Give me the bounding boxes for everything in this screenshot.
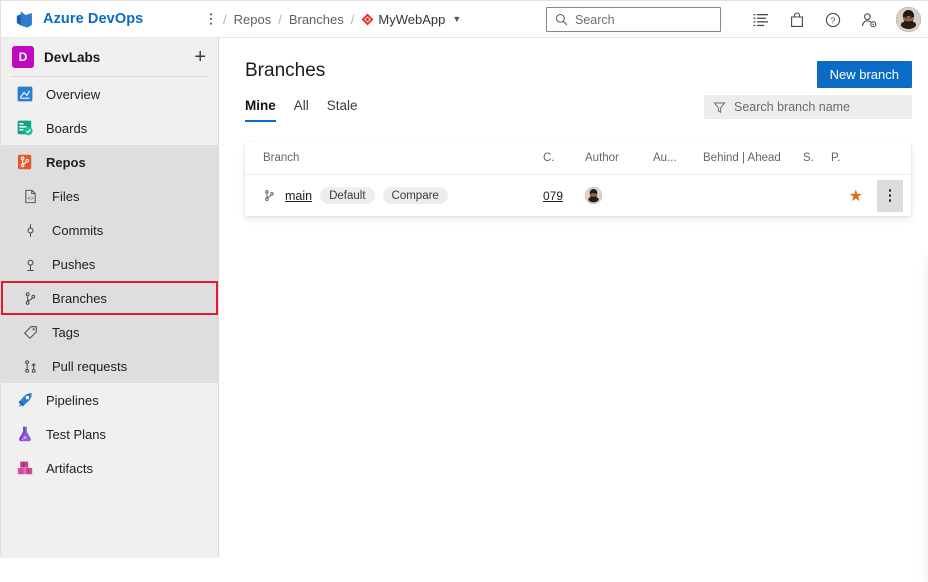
column-header-branch[interactable]: Branch [245,152,543,164]
sidebar-item-label: Test Plans [46,426,106,442]
badge-default: Default [320,187,375,204]
tab-mine[interactable]: Mine [245,98,276,122]
breadcrumb-separator-2: / [278,11,282,27]
sidebar-item-label: Tags [52,324,80,340]
sidebar-item-label: Artifacts [46,460,93,476]
repo-selector[interactable]: MyWebApp ▼ [361,12,461,27]
sidebar-item-label: Pipelines [46,392,99,408]
column-header-author[interactable]: Author [585,152,653,164]
help-icon[interactable]: ? [824,11,842,29]
search-branch-input[interactable]: Search branch name [704,95,912,119]
sidebar-item-test-plans[interactable]: Test Plans [1,417,218,451]
breadcrumb-more-vertical-icon[interactable] [206,12,216,26]
branch-icon [263,189,277,203]
global-search-box[interactable]: Search [546,7,721,32]
sidebar-item-commits[interactable]: Commits [1,213,218,247]
main-content: Branches New branch Mine All Stale Searc… [219,38,928,558]
author-cell [585,187,653,204]
star-filled-icon[interactable]: ★ [849,186,863,206]
sidebar-item-files[interactable]: <> Files [1,179,218,213]
sidebar-item-label: Pushes [52,256,96,272]
azure-devops-logo-icon [15,10,34,29]
svg-text:?: ? [831,15,836,25]
sidebar-item-branches[interactable]: Branches [1,281,218,315]
artifacts-icon [15,459,34,478]
sidebar-item-pushes[interactable]: Pushes [1,247,218,281]
sidebar-item-artifacts[interactable]: Artifacts [1,451,218,485]
sidebar-item-label: Boards [46,120,88,136]
chevron-down-icon: ▼ [452,14,462,24]
search-icon [555,13,568,26]
pipelines-icon [15,391,34,410]
repo-name: MyWebApp [378,11,446,27]
top-navigation-bar: Azure DevOps / Repos / Branches / MyWebA… [1,1,928,38]
page-title: Branches [245,60,326,81]
project-avatar: D [12,46,34,68]
breadcrumb-repos[interactable]: Repos [234,12,272,27]
sidebar-item-overview[interactable]: Overview [1,77,218,111]
brand-title: Azure DevOps [43,11,144,27]
user-avatar[interactable] [896,7,921,32]
column-header-pr[interactable]: P. [831,152,859,164]
global-search-placeholder: Search [575,12,615,27]
author-avatar [585,187,602,204]
overview-icon [15,85,34,104]
column-header-behind-ahead[interactable]: Behind | Ahead [703,152,803,164]
row-more-options-button[interactable] [877,179,903,212]
search-branch-placeholder: Search branch name [734,100,851,114]
branches-icon [21,289,40,308]
tab-stale[interactable]: Stale [327,98,358,122]
sidebar-item-label: Branches [52,290,107,306]
test-plans-icon [15,425,34,444]
more-vertical-icon [888,189,892,202]
new-branch-button[interactable]: New branch [816,61,912,88]
repos-icon [15,153,34,172]
git-repository-icon [361,13,374,26]
breadcrumb-separator-1: / [223,11,227,27]
tab-all[interactable]: All [294,98,309,122]
sidebar-item-label: Pull requests [52,358,128,374]
sidebar-item-label: Commits [52,222,104,238]
project-name: DevLabs [44,49,101,65]
files-icon: <> [21,187,40,206]
branch-name-link[interactable]: main [285,189,312,203]
work-items-list-icon[interactable] [752,11,770,29]
sidebar-item-pull-requests[interactable]: Pull requests [1,349,218,383]
brand-area[interactable]: Azure DevOps [1,10,206,29]
sidebar-item-repos[interactable]: Repos [1,145,218,179]
badge-compare: Compare [382,187,448,204]
project-sidebar: D DevLabs + Overview Boards Repos <> Fil… [1,38,219,558]
sidebar-item-label: Repos [46,154,86,170]
sidebar-item-tags[interactable]: Tags [1,315,218,349]
commits-icon [21,221,40,240]
breadcrumb: / Repos / Branches / MyWebApp ▼ [206,12,461,27]
pushes-icon [21,255,40,274]
branch-filter-tabs: Mine All Stale [245,98,358,122]
funnel-filter-icon [713,101,726,114]
project-header[interactable]: D DevLabs + [1,38,218,76]
azure-devops-window: Azure DevOps / Repos / Branches / MyWebA… [0,0,928,558]
pull-requests-icon [21,357,40,376]
add-new-item-icon[interactable]: + [194,47,206,67]
table-row[interactable]: main Default Compare 079 ★ [245,175,911,216]
sidebar-item-boards[interactable]: Boards [1,111,218,145]
svg-text:<>: <> [27,195,33,201]
marketplace-bag-icon[interactable] [788,11,806,29]
column-header-commit[interactable]: C. [543,152,585,164]
commit-link[interactable]: 079 [543,189,585,203]
column-header-status[interactable]: S. [803,152,831,164]
branch-cell: main Default Compare [245,187,543,204]
boards-icon [15,119,34,138]
tags-icon [21,323,40,342]
top-bar-icons: ? [752,1,921,38]
branches-table: Branch C. Author Au... Behind | Ahead S.… [245,142,911,216]
sidebar-item-label: Files [52,188,80,204]
breadcrumb-branches[interactable]: Branches [289,12,344,27]
sidebar-item-label: Overview [46,86,101,102]
column-header-authored[interactable]: Au... [653,152,703,164]
sidebar-item-pipelines[interactable]: Pipelines [1,383,218,417]
breadcrumb-separator-3: / [350,11,355,27]
user-settings-icon[interactable] [860,11,878,29]
table-header-row: Branch C. Author Au... Behind | Ahead S.… [245,142,911,175]
